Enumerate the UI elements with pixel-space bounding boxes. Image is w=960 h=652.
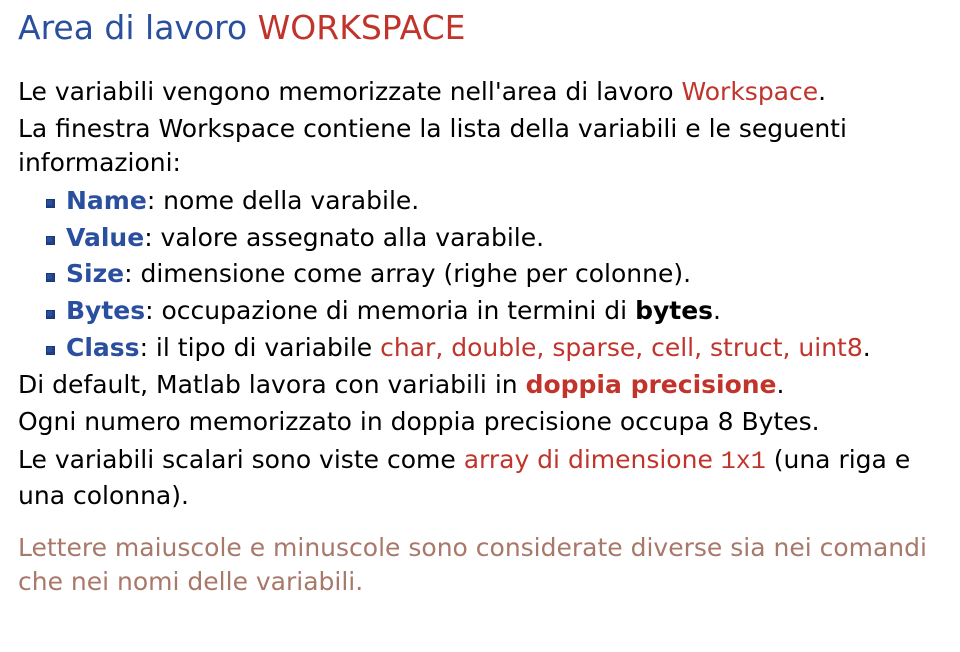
title-accent: WORKSPACE	[258, 8, 466, 47]
item-rest-pre: : il tipo di variabile	[140, 333, 381, 362]
list-item: Size: dimensione come array (righe per c…	[18, 257, 940, 291]
slide-page: Area di lavoro WORKSPACE Le variabili ve…	[0, 0, 960, 610]
item-bold: bytes	[635, 296, 713, 325]
default-post: .	[777, 370, 785, 399]
item-rest: : nome della varabile.	[147, 186, 419, 215]
list-item: Bytes: occupazione di memoria in termini…	[18, 294, 940, 328]
scalar-hl2: 1x1	[721, 447, 766, 476]
item-rest: : dimensione come array (righe per colon…	[124, 259, 691, 288]
item-rest-post: .	[713, 296, 721, 325]
scalar-hl1: array di dimensione	[464, 445, 721, 474]
item-rest-post: .	[863, 333, 871, 362]
scalar-line: Le variabili scalari sono viste come arr…	[18, 443, 940, 513]
title-prefix: Area di lavoro	[18, 8, 258, 47]
bullet-icon	[46, 199, 55, 208]
footnote: Lettere maiuscole e minuscole sono consi…	[18, 531, 940, 600]
item-label: Size	[66, 259, 124, 288]
intro-period: .	[818, 77, 826, 106]
bullet-icon	[46, 310, 55, 319]
info-list: Name: nome della varabile. Value: valore…	[18, 184, 940, 365]
scalar-pre: Le variabili scalari sono viste come	[18, 445, 464, 474]
item-label: Value	[66, 223, 144, 252]
default-highlight: doppia precisione	[526, 370, 777, 399]
intro-line: Le variabili vengono memorizzate nell'ar…	[18, 75, 940, 109]
list-item: Class: il tipo di variabile char, double…	[18, 331, 940, 365]
default-pre: Di default, Matlab lavora con variabili …	[18, 370, 526, 399]
bullet-icon	[46, 236, 55, 245]
intro-workspace: Workspace	[681, 77, 818, 106]
intro-text: Le variabili vengono memorizzate nell'ar…	[18, 77, 681, 106]
item-rest-pre: : occupazione di memoria in termini di	[145, 296, 635, 325]
list-item: Name: nome della varabile.	[18, 184, 940, 218]
bullet-icon	[46, 346, 55, 355]
bullet-icon	[46, 273, 55, 282]
bytes-line: Ogni numero memorizzato in doppia precis…	[18, 405, 940, 439]
item-label: Name	[66, 186, 147, 215]
lead-in: La finestra Workspace contiene la lista …	[18, 112, 940, 180]
slide-title: Area di lavoro WORKSPACE	[18, 6, 940, 51]
item-label: Class	[66, 333, 140, 362]
item-label: Bytes	[66, 296, 145, 325]
list-item: Value: valore assegnato alla varabile.	[18, 221, 940, 255]
item-rest: : valore assegnato alla varabile.	[144, 223, 544, 252]
item-highlight: char, double, sparse, cell, struct, uint…	[380, 333, 863, 362]
default-line: Di default, Matlab lavora con variabili …	[18, 368, 940, 402]
